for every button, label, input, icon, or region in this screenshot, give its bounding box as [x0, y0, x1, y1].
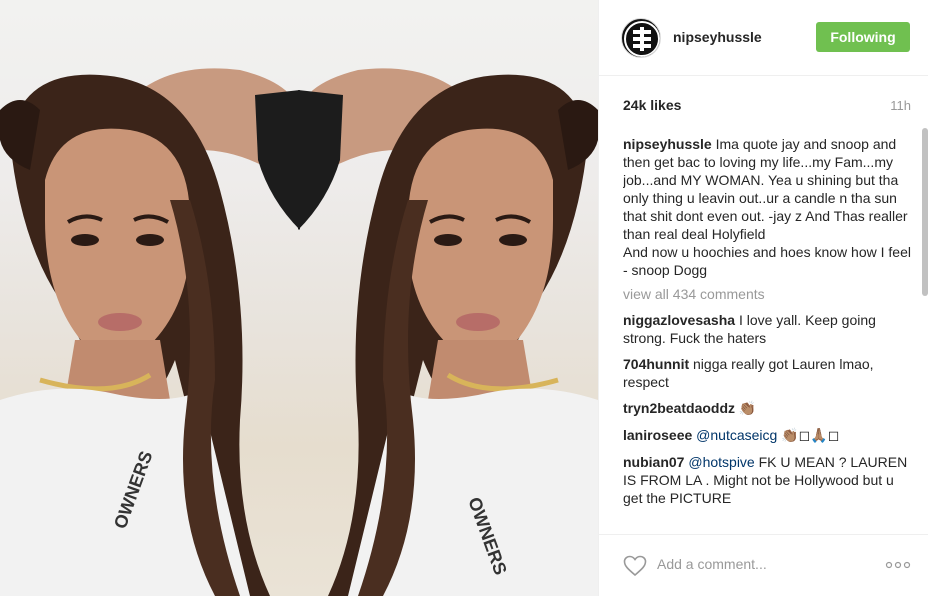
brand-logo-icon [624, 21, 660, 57]
comments-scrollbar[interactable] [922, 128, 928, 296]
add-comment-input[interactable]: Add a comment... [657, 556, 767, 572]
comment-username[interactable]: niggazlovesasha [623, 312, 735, 328]
avatar[interactable] [621, 18, 661, 58]
comment-mention[interactable]: @hotspive [688, 454, 754, 470]
heart-icon[interactable] [623, 555, 647, 577]
likes-row: 24k likes 11h [623, 97, 911, 115]
comment-text: 👏🏽◻🙏🏽◻ [781, 428, 840, 444]
post-photo[interactable]: OWNERS OWNERS [0, 0, 598, 596]
post-time[interactable]: 11h [890, 98, 911, 113]
comment-username[interactable]: laniroseee [623, 427, 692, 443]
more-options-icon[interactable] [885, 560, 911, 570]
caption-text-2: And now u hoochies and hoes know how I f… [623, 244, 911, 278]
comment-username[interactable]: 704hunnit [623, 356, 689, 372]
comment-username[interactable]: tryn2beatdaoddz [623, 400, 735, 416]
following-button[interactable]: Following [816, 22, 910, 52]
comment-mention[interactable]: @nutcaseicg [696, 427, 777, 443]
comment: nubian07 @hotspive FK U MEAN ? LAUREN IS… [623, 453, 913, 507]
comment: laniroseee @nutcaseicg 👏🏽◻🙏🏽◻ [623, 426, 913, 445]
comments-list: nipseyhussle Ima quote jay and snoop and… [623, 135, 913, 535]
comment: niggazlovesasha I love yall. Keep going … [623, 311, 913, 347]
view-all-comments-link[interactable]: view all 434 comments [623, 285, 913, 303]
comment-bar: Add a comment... [599, 534, 928, 596]
post-header: nipseyhussle Following [599, 0, 928, 76]
comment-username[interactable]: nubian07 [623, 454, 684, 470]
caption-username[interactable]: nipseyhussle [623, 136, 712, 152]
mirrored-portrait-image: OWNERS OWNERS [0, 68, 598, 596]
caption: nipseyhussle Ima quote jay and snoop and… [623, 135, 913, 279]
post-details-panel: nipseyhussle Following 24k likes 11h nip… [598, 0, 928, 596]
likes-count[interactable]: 24k likes [623, 97, 681, 113]
comment-text: 👏🏽 [738, 401, 757, 417]
post-username[interactable]: nipseyhussle [673, 29, 762, 45]
comment: 704hunnit nigga really got Lauren lmao, … [623, 355, 913, 391]
comment: tryn2beatdaoddz 👏🏽 [623, 399, 913, 418]
